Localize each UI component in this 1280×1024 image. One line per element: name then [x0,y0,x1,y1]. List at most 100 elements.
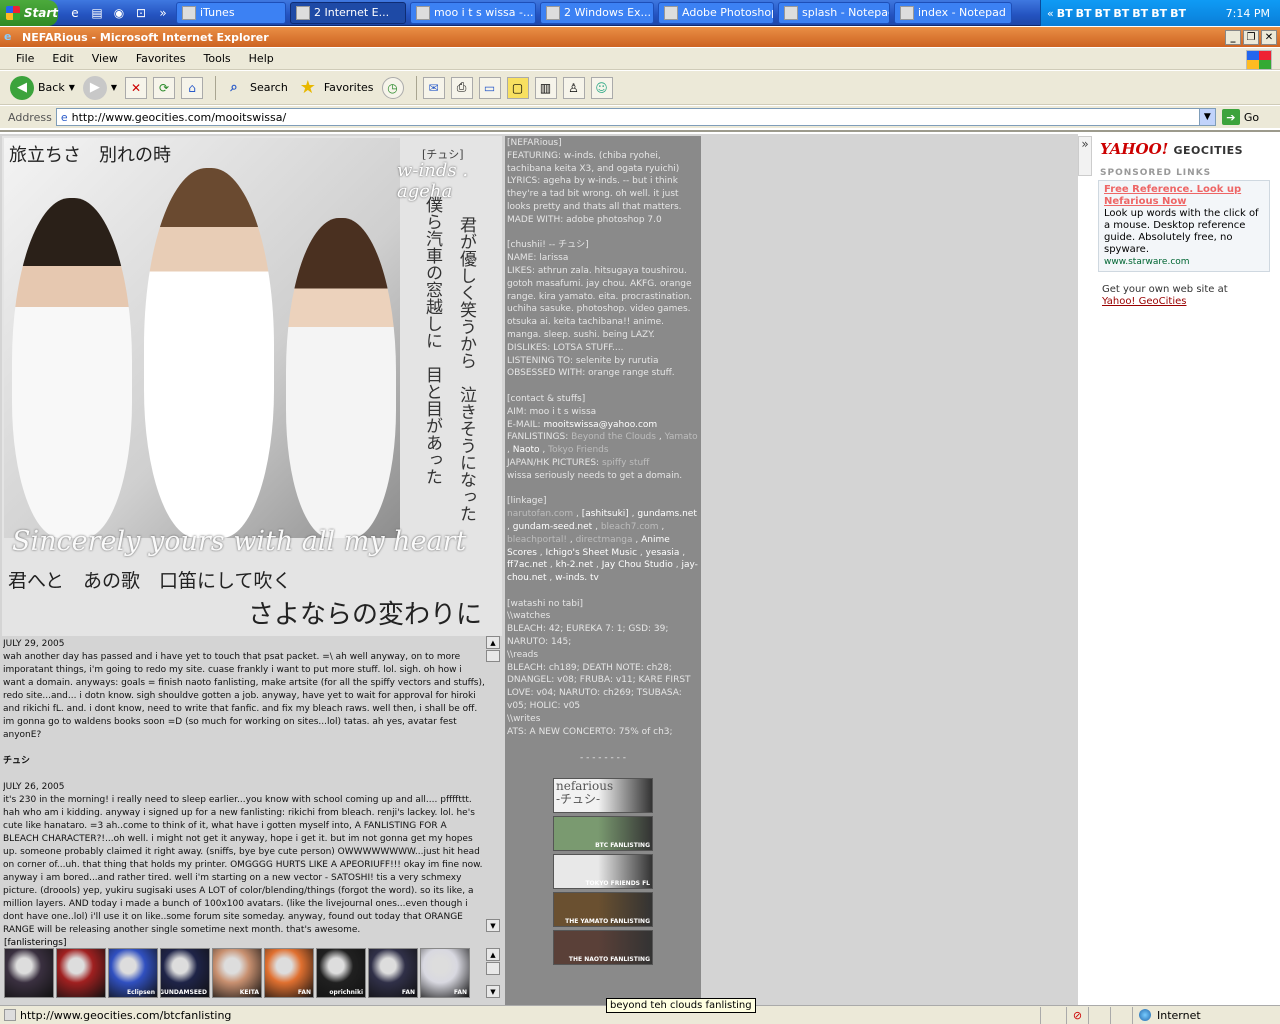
linkage-link[interactable]: yesasia [646,548,680,558]
go-button[interactable]: ➔ Go [1221,109,1259,125]
fanlistering-avatar[interactable]: oprichniki [316,948,366,998]
geocities-link[interactable]: Yahoo! GeoCities [1102,296,1228,308]
taskbar-task[interactable]: 2 Windows Ex... [540,1,654,24]
linkage-link[interactable]: gundam-seed.net [513,522,592,532]
ad-url[interactable]: www.starware.com [1104,256,1264,268]
tray-bt-icon[interactable]: BT [1151,7,1167,20]
fanlisting-link[interactable]: Beyond the Clouds [571,432,656,442]
linkage-link[interactable]: w-inds. tv [555,573,599,583]
refresh-icon[interactable]: ⟳ [153,76,176,99]
tray-bt-icon[interactable]: BT [1076,7,1092,20]
back-dropdown-icon[interactable]: ▼ [69,83,75,92]
fanlistering-avatar[interactable] [4,948,54,998]
fanlisting-button[interactable]: TOKYO FRIENDS FL [553,854,653,889]
taskbar-task[interactable]: Adobe Photoshop [658,1,774,24]
taskbar-task[interactable]: index - Notepad [894,1,1012,24]
fanlisting-link[interactable]: Naoto [513,445,540,455]
media-quicklaunch-icon[interactable]: ◉ [108,3,130,23]
pictures-link[interactable]: spiffy stuff [602,458,649,468]
email-link[interactable]: mooitswissa@yahoo.com [543,420,657,430]
edit-icon[interactable]: ▭ [478,76,501,99]
restore-button[interactable]: ❐ [1243,29,1259,45]
tray-bt-icon[interactable]: BT [1113,7,1129,20]
fan-scroll-down-icon[interactable]: ▼ [486,985,500,998]
discuss-icon[interactable]: ▢ [506,76,529,99]
scroll-up-icon[interactable]: ▲ [486,636,500,649]
messenger-icon[interactable]: ☺ [590,76,613,99]
close-button[interactable]: ✕ [1261,29,1277,45]
linkage-link[interactable]: bleachportal! [507,535,567,545]
print-icon[interactable]: ⎙ [450,76,473,99]
fanlistering-avatar[interactable]: Eclipsen [108,948,158,998]
forward-button[interactable]: ▶ ▼ [82,75,117,100]
fanlisting-button[interactable]: THE YAMATO FANLISTING [553,892,653,927]
browser-quicklaunch-icon[interactable]: ⊡ [130,3,152,23]
menu-file[interactable]: File [16,52,34,65]
chevron-more-icon[interactable]: » [152,3,174,23]
fanlistering-avatar[interactable] [56,948,106,998]
lyrics-bottom-2: さよならの変わりに [248,600,483,630]
linkage-link[interactable]: gundams.net [637,509,696,519]
fan-scroll-up-icon[interactable]: ▲ [486,948,500,961]
linkage-link[interactable]: bleach7.com [601,522,659,532]
fanlisting-button[interactable]: nefarious -チュシ- [553,778,653,813]
linkage-link[interactable]: ff7ac.net [507,560,547,570]
tray-bt-icon[interactable]: BT [1170,7,1186,20]
home-icon[interactable]: ⌂ [181,76,204,99]
linkage-link[interactable]: narutofan.com [507,509,573,519]
collapse-sidebar-button[interactable]: » [1078,136,1092,176]
folder-quicklaunch-icon[interactable]: ▤ [86,3,108,23]
tray-bt-icon[interactable]: BT [1095,7,1111,20]
taskbar-task[interactable]: moo i t s wissa -... [410,1,536,24]
ie-quicklaunch-icon[interactable]: e [64,3,86,23]
research-icon[interactable]: ▥ [534,76,557,99]
menu-edit[interactable]: Edit [52,52,73,65]
fanlisting-button[interactable]: THE NAOTO FANLISTING [553,930,653,965]
fanlisting-link[interactable]: Yamato [665,432,698,442]
history-icon[interactable]: ◷ [381,76,404,99]
fanlistering-avatar[interactable]: FAN [420,948,470,998]
linkage-link[interactable]: directmanga [576,535,633,545]
blocked-icon[interactable]: ⊘ [1066,1006,1088,1024]
fanlistering-avatar[interactable]: KEITA [212,948,262,998]
start-button[interactable]: Start [0,0,58,26]
fanlistering-scrollbar[interactable]: ▲ ▼ [486,948,500,998]
linkage-link[interactable]: kh-2.net [556,560,594,570]
fanlistering-avatar[interactable]: FAN [264,948,314,998]
scroll-down-icon[interactable]: ▼ [486,919,500,932]
fan-scroll-thumb[interactable] [486,962,500,975]
tray-bt-icon[interactable]: BT [1057,7,1073,20]
scroll-thumb[interactable] [486,650,500,662]
menu-tools[interactable]: Tools [204,52,231,65]
stop-icon[interactable]: ✕ [125,76,148,99]
search-button[interactable]: ⌕ Search [222,76,287,100]
taskbar-task[interactable]: splash - Notepad [778,1,890,24]
fanlisting-button[interactable]: BTC FANLISTING [553,816,653,851]
linkage-link[interactable]: [ashitsuki] [582,509,629,519]
info-section: [NEFARious] FEATURING: w-inds. (chiba ryo… [507,137,699,227]
address-input[interactable]: e http://www.geocities.com/mooitswissa/ … [55,108,1216,126]
forward-dropdown-icon[interactable]: ▼ [111,83,117,92]
menu-favorites[interactable]: Favorites [136,52,186,65]
fanlistering-avatar[interactable]: FAN [368,948,418,998]
fanlistering-avatar[interactable]: GUNDAMSEED [160,948,210,998]
taskbar-task[interactable]: 2 Internet E... [290,1,406,24]
tray-expand-icon[interactable]: « [1047,7,1054,20]
journal-scrollbar[interactable]: ▲ ▼ [486,636,500,932]
minimize-button[interactable]: _ [1225,29,1241,45]
address-dropdown-icon[interactable]: ▼ [1198,109,1215,125]
ad-title-link[interactable]: Free Reference. Look up Nefarious Now [1104,184,1264,208]
yahoo-logo[interactable]: YAHOO! GEOCITIES [1100,140,1243,158]
taskbar-task[interactable]: iTunes [176,1,286,24]
aim-runner-icon[interactable]: ♙ [562,76,585,99]
tray-bt-icon[interactable]: BT [1132,7,1148,20]
linkage-link[interactable]: Ichigo's Sheet Music [546,548,638,558]
mail-icon[interactable]: ✉ [422,76,445,99]
menu-view[interactable]: View [92,52,118,65]
fanlisting-link[interactable]: Tokyo Friends [548,445,608,455]
back-button[interactable]: ◀ Back ▼ [10,75,75,100]
zone-label: Internet [1157,1008,1201,1022]
menu-help[interactable]: Help [249,52,274,65]
favorites-button[interactable]: ★ Favorites [296,76,374,100]
linkage-link[interactable]: Jay Chou Studio [602,560,673,570]
